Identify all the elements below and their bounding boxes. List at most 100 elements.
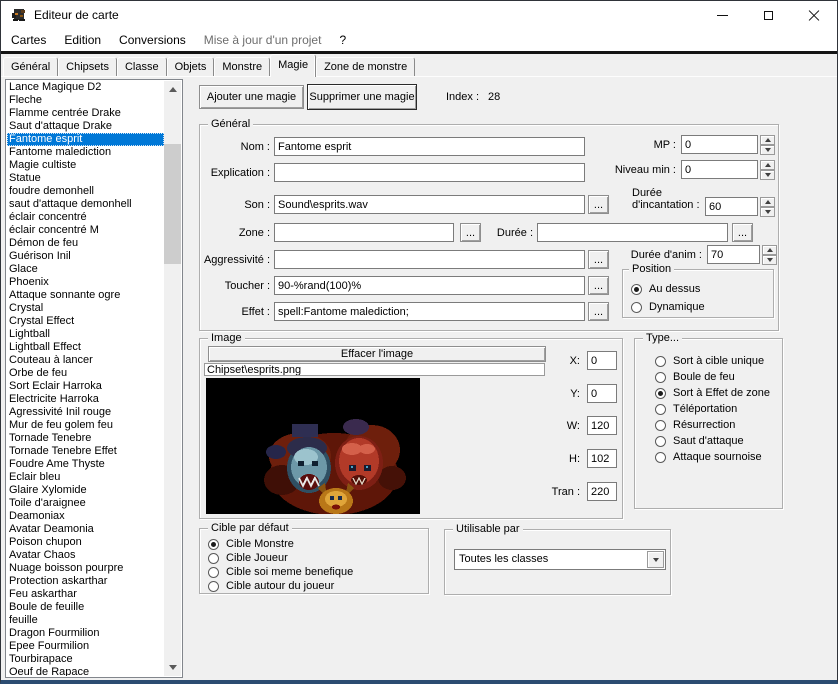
spell-list-item[interactable]: Lance Magique D2 [7, 81, 164, 94]
close-button[interactable] [791, 1, 837, 30]
remove-magic-button[interactable]: Supprimer une magie [307, 84, 417, 110]
spell-list-item[interactable]: Attaque sonnante ogre [7, 289, 164, 302]
radio-option[interactable]: Au dessus [631, 280, 771, 298]
aggressivite-input[interactable] [274, 250, 585, 269]
menu-item[interactable]: Mise à jour d'un projet [195, 30, 331, 51]
son-input[interactable] [274, 195, 585, 214]
class-dropdown[interactable]: Toutes les classes [454, 549, 666, 570]
spell-list-item[interactable]: Sort Eclair Harroka [7, 380, 164, 393]
spell-list-item[interactable]: éclair concentré [7, 211, 164, 224]
spell-list-scrollbar[interactable] [164, 81, 181, 676]
spell-list-item[interactable]: Glaire Xylomide [7, 484, 164, 497]
spell-list-item[interactable]: Tornade Tenebre Effet [7, 445, 164, 458]
tab-classe[interactable]: Classe [117, 57, 167, 77]
radio-option[interactable]: Boule de feu [655, 369, 780, 385]
radio-option[interactable]: Cible autour du joueur [208, 579, 426, 593]
tab-g-n-ral[interactable]: Général [3, 57, 58, 77]
minimize-button[interactable] [699, 1, 745, 30]
x-input[interactable] [587, 351, 617, 370]
spell-list-item[interactable]: Dragon Fourmilion [7, 627, 164, 640]
spell-list-item[interactable]: Crystal [7, 302, 164, 315]
spin-down-button[interactable] [760, 170, 775, 180]
explication-input[interactable] [274, 163, 585, 182]
spell-list-item[interactable]: Flamme centrée Drake [7, 107, 164, 120]
duree-anim-input[interactable] [707, 245, 760, 264]
spell-list-item[interactable]: Statue [7, 172, 164, 185]
spell-list-item[interactable]: Deamoniax [7, 510, 164, 523]
menu-item[interactable]: Edition [55, 30, 110, 51]
menu-item[interactable]: ? [330, 30, 355, 51]
radio-option[interactable]: Attaque sournoise [655, 449, 780, 465]
niveau-min-input[interactable] [681, 160, 758, 179]
effet-input[interactable] [274, 302, 585, 321]
spell-list-item[interactable]: foudre demonhell [7, 185, 164, 198]
spell-list-item[interactable]: Poison chupon [7, 536, 164, 549]
spin-down-button[interactable] [760, 145, 775, 155]
spell-list-item[interactable]: Avatar Chaos [7, 549, 164, 562]
toucher-browse-button[interactable]: ... [588, 276, 609, 295]
scrollbar-up-button[interactable] [164, 81, 181, 98]
title-bar[interactable]: Editeur de carte [1, 1, 837, 30]
scrollbar-down-button[interactable] [164, 659, 181, 676]
son-browse-button[interactable]: ... [588, 195, 609, 214]
spell-list-item[interactable]: Boule de feuille [7, 601, 164, 614]
spell-list-item[interactable]: Eclair bleu [7, 471, 164, 484]
y-input[interactable] [587, 384, 617, 403]
radio-option[interactable]: Dynamique [631, 298, 771, 316]
h-input[interactable] [587, 449, 617, 468]
spell-list-item[interactable]: Magie cultiste [7, 159, 164, 172]
duree-incantation-input[interactable] [705, 197, 758, 216]
tran-input[interactable] [587, 482, 617, 501]
menu-item[interactable]: Cartes [2, 30, 55, 51]
radio-option[interactable]: Cible soi meme benefique [208, 565, 426, 579]
spin-down-button[interactable] [762, 255, 777, 265]
spell-list-item[interactable]: Guérison Inil [7, 250, 164, 263]
spin-up-button[interactable] [760, 135, 775, 145]
nom-input[interactable] [274, 137, 585, 156]
zone-input[interactable] [274, 223, 454, 242]
spell-list-item[interactable]: Mur de feu golem feu [7, 419, 164, 432]
add-magic-button[interactable]: Ajouter une magie [199, 85, 304, 109]
spell-list-item[interactable]: Lightball Effect [7, 341, 164, 354]
spin-up-button[interactable] [762, 245, 777, 255]
radio-option[interactable]: Saut d'attaque [655, 433, 780, 449]
maximize-button[interactable] [745, 1, 791, 30]
duree-input[interactable] [537, 223, 728, 242]
spell-list-item[interactable]: Agressivité Inil rouge [7, 406, 164, 419]
spell-list-item[interactable]: Couteau à lancer [7, 354, 164, 367]
radio-option[interactable]: Sort à cible unique [655, 353, 780, 369]
zone-browse-button[interactable]: ... [460, 223, 481, 242]
tab-objets[interactable]: Objets [167, 57, 215, 77]
spell-list-item[interactable]: Electricite Harroka [7, 393, 164, 406]
spell-list-item[interactable]: Lightball [7, 328, 164, 341]
tab-magie[interactable]: Magie [270, 54, 316, 77]
spin-down-button[interactable] [760, 207, 775, 217]
spell-list-item[interactable]: Saut d'attaque Drake [7, 120, 164, 133]
w-input[interactable] [587, 416, 617, 435]
spell-list-item[interactable]: Démon de feu [7, 237, 164, 250]
mp-input[interactable] [681, 135, 758, 154]
spell-list-item[interactable]: Crystal Effect [7, 315, 164, 328]
spell-list-item[interactable]: Fleche [7, 94, 164, 107]
tab-monstre[interactable]: Monstre [214, 57, 270, 77]
spell-list-item[interactable]: Toile d'araignee [7, 497, 164, 510]
aggressivite-browse-button[interactable]: ... [588, 250, 609, 269]
spell-list-item[interactable]: feuille [7, 614, 164, 627]
spell-list-item[interactable]: Tourbirapace [7, 653, 164, 666]
duree-browse-button[interactable]: ... [732, 223, 753, 242]
toucher-input[interactable] [274, 276, 585, 295]
radio-option[interactable]: Cible Joueur [208, 551, 426, 565]
spell-list-item[interactable]: Fantome esprit [7, 133, 164, 146]
dropdown-button[interactable] [647, 551, 664, 568]
spell-list-item[interactable]: Orbe de feu [7, 367, 164, 380]
radio-option[interactable]: Sort à Effet de zone [655, 385, 780, 401]
spell-list-item[interactable]: saut d'attaque demonhell [7, 198, 164, 211]
spell-list-item[interactable]: Phoenix [7, 276, 164, 289]
spell-list-item[interactable]: Feu askarthar [7, 588, 164, 601]
effet-browse-button[interactable]: ... [588, 302, 609, 321]
tab-chipsets[interactable]: Chipsets [58, 57, 117, 77]
scrollbar-thumb[interactable] [164, 144, 181, 264]
spell-list-item[interactable]: éclair concentré M [7, 224, 164, 237]
radio-option[interactable]: Résurrection [655, 417, 780, 433]
spell-list-item[interactable]: Oeuf de Rapace [7, 666, 164, 676]
